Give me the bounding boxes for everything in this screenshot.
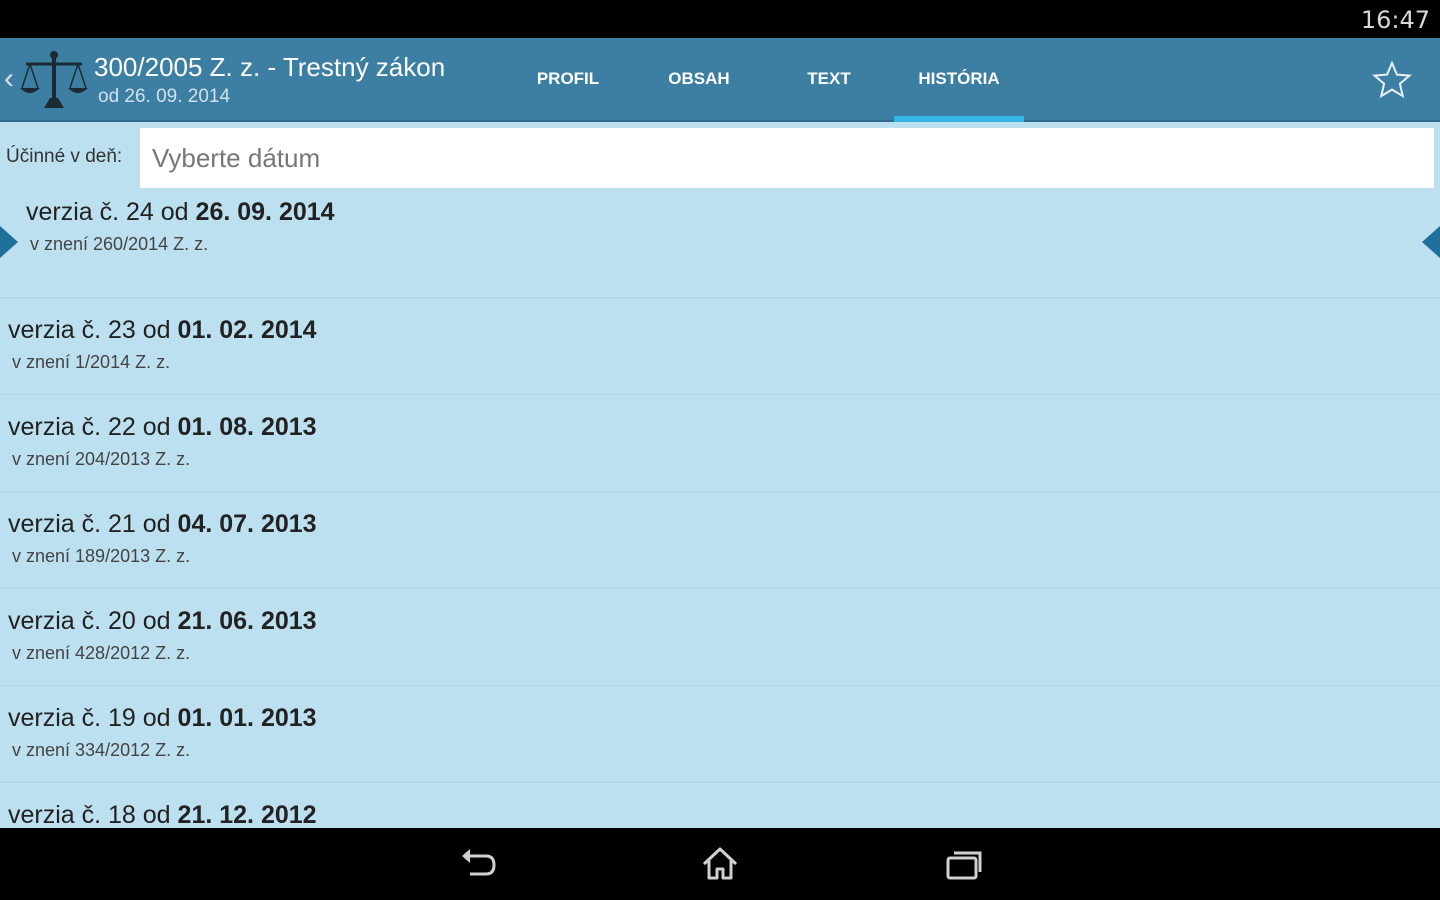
version-prefix: verzia č. 21 od <box>8 510 171 538</box>
page-title: 300/2005 Z. z. - Trestný zákon <box>94 52 446 82</box>
list-item[interactable]: verzia č. 18 od 21. 12. 2012 <box>0 782 1440 828</box>
version-date: 26. 09. 2014 <box>195 198 335 226</box>
tab-label: TEXT <box>807 69 851 88</box>
tab-profil[interactable]: PROFIL <box>503 38 633 120</box>
version-prefix: verzia č. 23 od <box>8 316 171 344</box>
list-item[interactable]: verzia č. 24 od 26. 09. 2014 v znení 260… <box>0 192 1440 297</box>
version-amendment: v znení 428/2012 Z. z. <box>12 643 191 663</box>
version-prefix: verzia č. 19 od <box>8 704 171 732</box>
list-item[interactable]: verzia č. 23 od 01. 02. 2014 v znení 1/2… <box>0 297 1440 394</box>
status-time: 16:47 <box>1360 6 1430 34</box>
version-title: verzia č. 21 od 04. 07. 2013 <box>8 510 317 539</box>
version-date: 01. 08. 2013 <box>177 413 317 441</box>
list-item[interactable]: verzia č. 22 od 01. 08. 2013 v znení 204… <box>0 394 1440 491</box>
list-item[interactable]: verzia č. 19 od 01. 01. 2013 v znení 334… <box>0 685 1440 782</box>
tab-label: PROFIL <box>536 69 600 88</box>
selection-indicator-right <box>1422 226 1440 258</box>
version-date: 21. 12. 2012 <box>177 801 317 828</box>
system-nav-bar <box>0 828 1440 900</box>
list-item[interactable]: verzia č. 20 od 21. 06. 2013 v znení 428… <box>0 588 1440 685</box>
version-amendment: v znení 334/2012 Z. z. <box>12 740 191 760</box>
version-title: verzia č. 24 od 26. 09. 2014 <box>26 198 335 227</box>
version-title: verzia č. 18 od 21. 12. 2012 <box>8 801 317 828</box>
page-subtitle: od 26. 09. 2014 <box>98 86 231 107</box>
status-bar: 16:47 <box>0 0 1440 38</box>
version-prefix: verzia č. 22 od <box>8 413 171 441</box>
version-prefix: verzia č. 18 od <box>8 801 171 828</box>
selection-indicator-left <box>0 226 18 258</box>
version-title: verzia č. 22 od 01. 08. 2013 <box>8 413 317 442</box>
version-title: verzia č. 19 od 01. 01. 2013 <box>8 704 317 733</box>
version-prefix: verzia č. 20 od <box>8 607 171 635</box>
version-amendment: v znení 260/2014 Z. z. <box>30 234 209 254</box>
tab-label: HISTÓRIA <box>918 69 1000 88</box>
scales-of-justice-icon[interactable] <box>20 50 88 112</box>
version-amendment: v znení 1/2014 Z. z. <box>12 352 171 372</box>
recent-apps-icon[interactable] <box>942 844 986 884</box>
date-filter-row: Účinné v deň: <box>0 122 1440 192</box>
version-prefix: verzia č. 24 od <box>26 198 189 226</box>
list-item[interactable]: verzia č. 21 od 04. 07. 2013 v znení 189… <box>0 491 1440 588</box>
back-arrow-icon[interactable] <box>456 844 500 884</box>
filter-label: Účinné v deň: <box>6 146 123 167</box>
version-date: 04. 07. 2013 <box>177 510 317 538</box>
version-date: 21. 06. 2013 <box>177 607 317 635</box>
chevron-left-icon[interactable]: ‹ <box>4 64 14 94</box>
tab-historia[interactable]: HISTÓRIA <box>894 38 1024 122</box>
tab-label: OBSAH <box>668 69 730 88</box>
version-title: verzia č. 23 od 01. 02. 2014 <box>8 316 317 345</box>
home-icon[interactable] <box>698 844 742 884</box>
star-outline-icon[interactable] <box>1372 60 1412 100</box>
tab-obsah[interactable]: OBSAH <box>634 38 764 120</box>
action-bar: ‹ 300/2005 Z. z. - Trestný zákon od 26. … <box>0 38 1440 122</box>
screen: 16:47 ‹ 300/2005 Z. z. - Trestný zákon o… <box>0 0 1440 900</box>
version-list[interactable]: verzia č. 24 od 26. 09. 2014 v znení 260… <box>0 192 1440 828</box>
version-amendment: v znení 204/2013 Z. z. <box>12 449 191 469</box>
tab-text[interactable]: TEXT <box>764 38 894 120</box>
version-date: 01. 01. 2013 <box>177 704 317 732</box>
date-input[interactable] <box>140 128 1434 188</box>
version-amendment: v znení 189/2013 Z. z. <box>12 546 191 566</box>
version-date: 01. 02. 2014 <box>177 316 317 344</box>
version-title: verzia č. 20 od 21. 06. 2013 <box>8 607 317 636</box>
